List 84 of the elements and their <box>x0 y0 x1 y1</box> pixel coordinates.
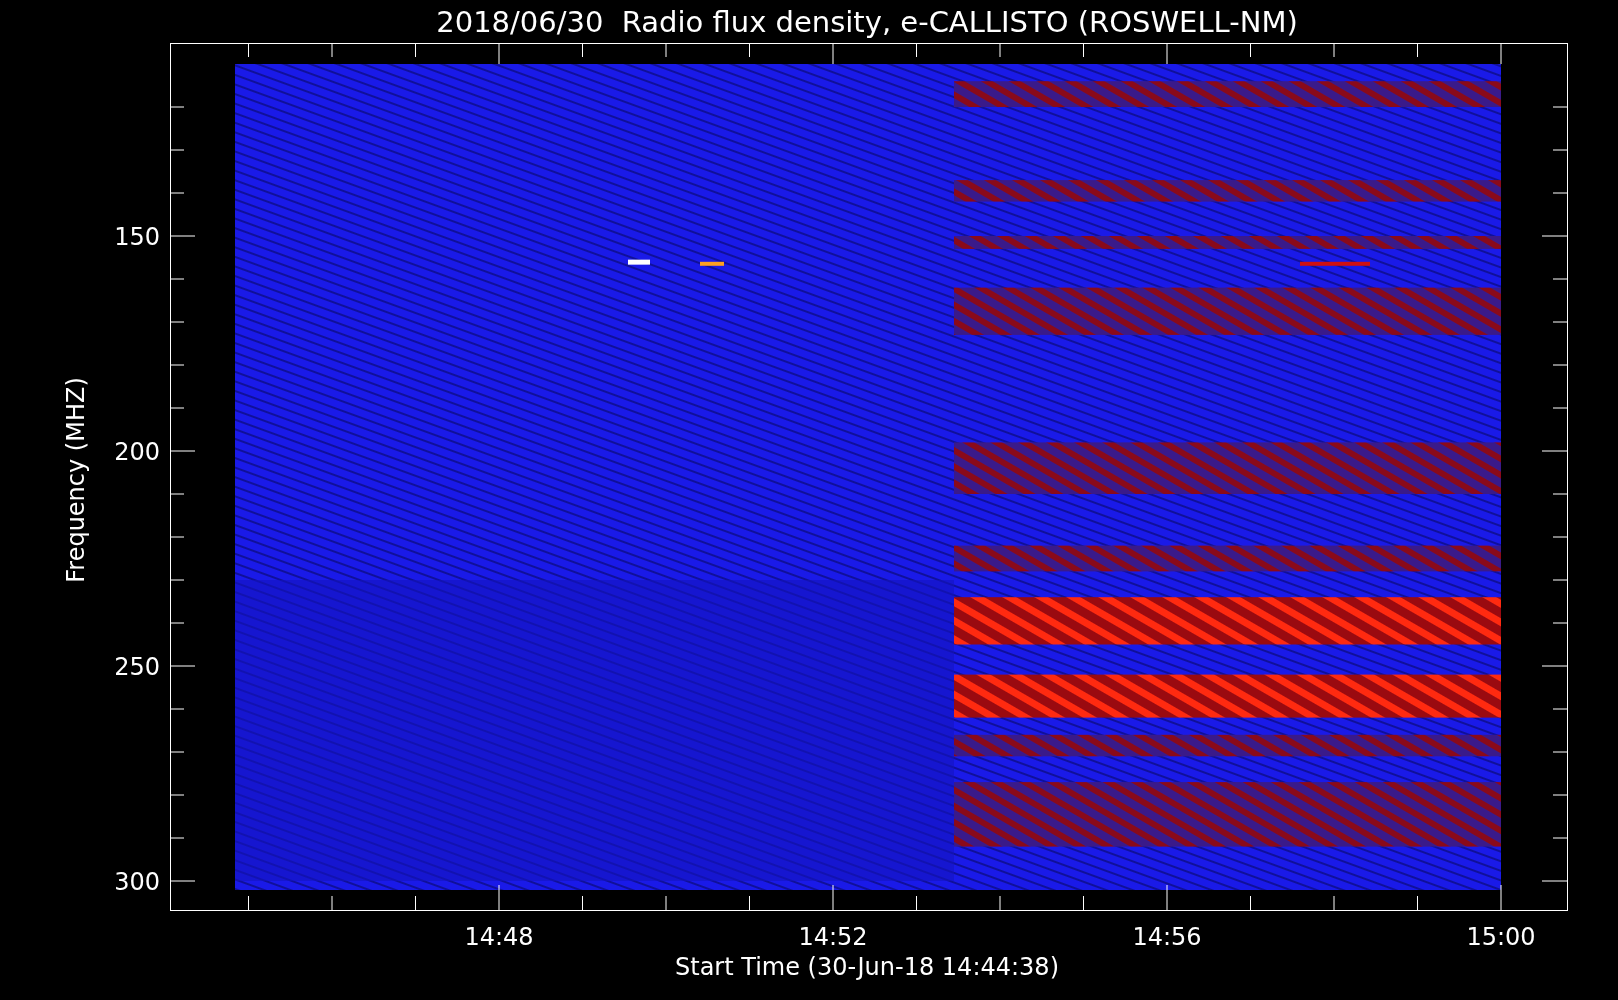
tick-mark <box>1552 708 1568 710</box>
tick-mark <box>169 536 185 538</box>
tick-mark <box>582 42 583 58</box>
tick-mark <box>999 42 1001 58</box>
tick-mark <box>749 895 750 911</box>
tick-mark <box>916 895 917 911</box>
tick-mark <box>832 884 834 911</box>
tick-mark <box>1541 235 1568 237</box>
tick-mark <box>169 106 185 108</box>
tick-label: 14:52 <box>798 923 868 951</box>
tick-mark <box>169 450 196 452</box>
tick-mark <box>169 493 185 495</box>
tick-mark <box>1552 794 1568 796</box>
axis-label: Frequency (MHZ) <box>62 377 90 583</box>
emission-spot <box>700 261 724 266</box>
tick-mark <box>169 149 185 151</box>
tick-mark <box>415 895 416 911</box>
tick-mark <box>331 42 333 58</box>
tick-mark <box>1552 536 1568 538</box>
tick-mark <box>1552 106 1568 108</box>
tick-mark <box>169 794 185 796</box>
tick-mark <box>498 884 500 911</box>
tick-mark <box>1166 884 1168 911</box>
tick-label: 250 <box>114 653 160 681</box>
tick-mark <box>248 895 249 911</box>
tick-mark <box>1500 884 1502 911</box>
tick-mark <box>1333 42 1335 58</box>
tick-mark <box>1417 42 1418 58</box>
tick-mark <box>1250 42 1251 58</box>
tick-mark <box>1552 622 1568 624</box>
tick-mark <box>169 278 185 280</box>
tick-mark <box>169 364 185 366</box>
tick-mark <box>415 42 416 58</box>
tick-label: 200 <box>114 438 160 466</box>
tick-mark <box>665 895 667 911</box>
tick-mark <box>1552 407 1568 409</box>
tick-mark <box>999 895 1001 911</box>
tick-label: 15:00 <box>1466 923 1536 951</box>
tick-mark <box>1083 42 1084 58</box>
tick-mark <box>169 880 196 882</box>
tick-label: 14:56 <box>1132 923 1202 951</box>
tick-mark <box>1541 880 1568 882</box>
tick-label: 14:48 <box>464 923 534 951</box>
tick-mark <box>1333 895 1335 911</box>
tick-mark <box>916 42 917 58</box>
tick-mark <box>749 42 750 58</box>
tick-mark <box>832 42 834 65</box>
tick-label: 150 <box>114 223 160 251</box>
tick-mark <box>498 42 500 65</box>
tick-mark <box>1541 450 1568 452</box>
tick-mark <box>1417 895 1418 911</box>
tick-mark <box>1552 493 1568 495</box>
tick-mark <box>169 837 185 839</box>
tick-mark <box>1552 364 1568 366</box>
tick-mark <box>169 751 185 753</box>
chart-title: 2018/06/30 Radio flux density, e-CALLISTO (ROSWELL-NM) <box>436 5 1298 39</box>
emission-spot <box>1300 261 1370 266</box>
tick-mark <box>169 407 185 409</box>
tick-mark <box>1552 192 1568 194</box>
tick-mark <box>1541 665 1568 667</box>
tick-mark <box>582 895 583 911</box>
tick-mark <box>169 665 196 667</box>
tick-mark <box>1552 149 1568 151</box>
tick-mark <box>169 321 185 323</box>
axis-label: Start Time (30-Jun-18 14:44:38) <box>675 953 1059 981</box>
tick-mark <box>1552 751 1568 753</box>
tick-label: 300 <box>114 868 160 896</box>
tick-mark <box>1552 321 1568 323</box>
tick-mark <box>169 579 185 581</box>
tick-mark <box>169 235 196 237</box>
tick-mark <box>1552 837 1568 839</box>
tick-mark <box>331 895 333 911</box>
tick-mark <box>1552 278 1568 280</box>
emission-spot <box>628 259 650 265</box>
tick-mark <box>248 42 249 58</box>
tick-mark <box>1552 579 1568 581</box>
tick-mark <box>1166 42 1168 65</box>
tick-mark <box>1083 895 1084 911</box>
tick-mark <box>169 622 185 624</box>
tick-mark <box>1250 895 1251 911</box>
tick-mark <box>665 42 667 58</box>
tick-mark <box>169 192 185 194</box>
tick-mark <box>169 708 185 710</box>
tick-mark <box>1500 42 1502 65</box>
